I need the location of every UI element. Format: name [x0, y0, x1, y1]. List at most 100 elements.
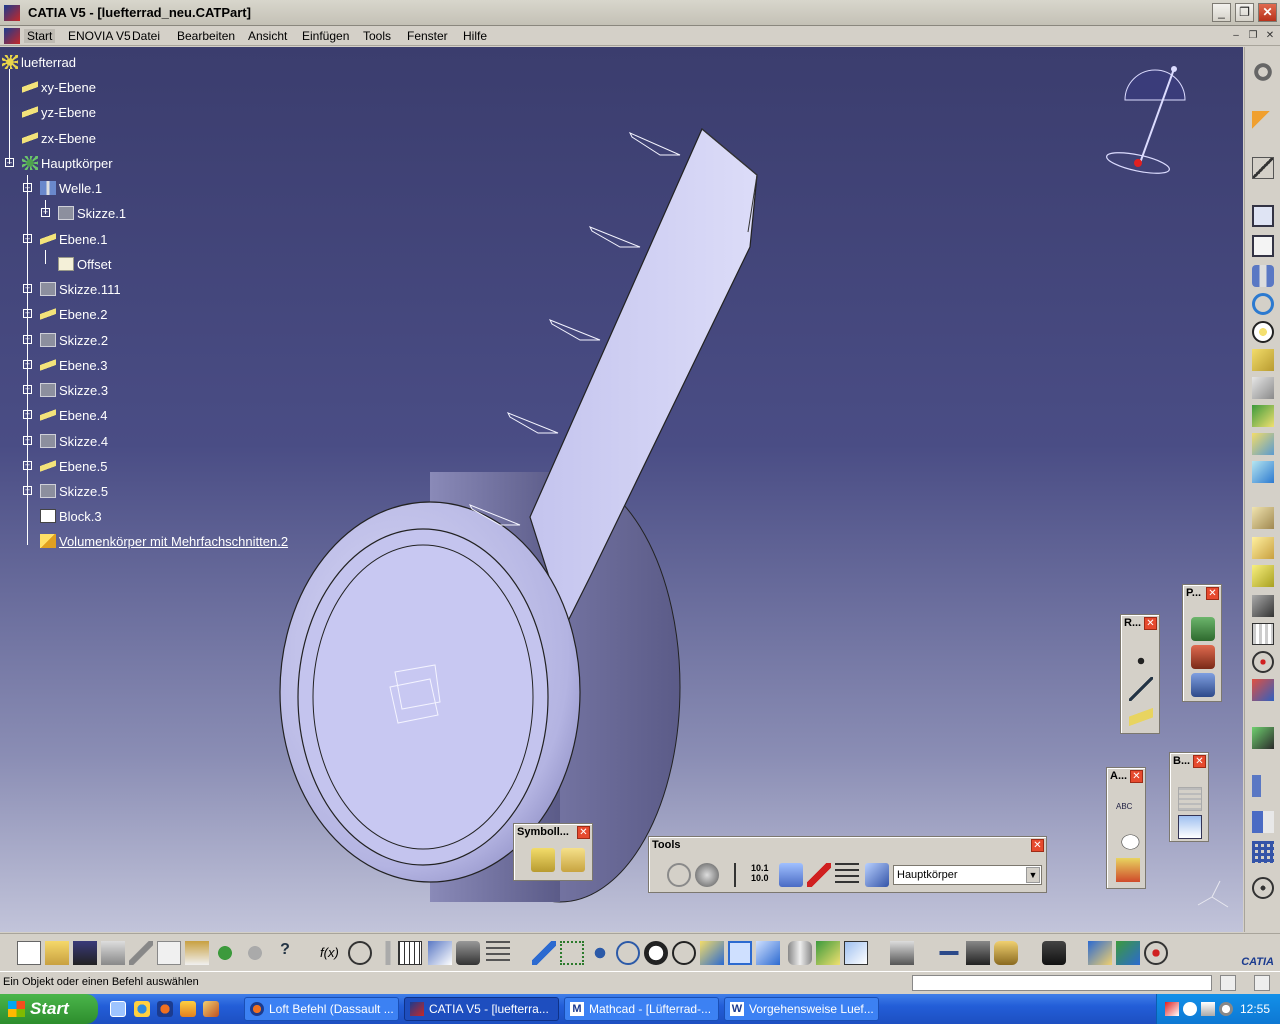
- whats-this-help-icon[interactable]: ?: [273, 941, 297, 965]
- axis-system-icon[interactable]: [723, 863, 747, 887]
- collapse-toggle[interactable]: –: [23, 234, 32, 243]
- 3d-annotation-icon[interactable]: [1116, 858, 1140, 882]
- 3d-viewport[interactable]: luefterrad xy-Ebene yz-Ebene zx-Ebene – …: [0, 47, 1243, 932]
- pad-tool-icon[interactable]: [1252, 205, 1274, 227]
- expand-toggle[interactable]: +: [23, 335, 32, 344]
- groove-icon[interactable]: [1252, 293, 1274, 315]
- tools-panel-close-button[interactable]: ✕: [1031, 839, 1044, 852]
- menu-enovia[interactable]: ENOVIA V5: [68, 29, 131, 43]
- tree-item-xy-plane[interactable]: xy-Ebene: [22, 78, 96, 96]
- 3d-view-icon[interactable]: [865, 863, 889, 887]
- expand-toggle[interactable]: +: [23, 309, 32, 318]
- tray-app-icon[interactable]: [1201, 1002, 1215, 1016]
- menu-einfuegen[interactable]: Einfügen: [302, 29, 349, 43]
- sketcher-icon[interactable]: [1252, 157, 1274, 179]
- target-analysis-icon[interactable]: [1144, 941, 1168, 965]
- remove-icon[interactable]: [1191, 645, 1215, 669]
- tree-item-ebene2[interactable]: Ebene.2: [40, 305, 107, 323]
- measure-between-icon[interactable]: [890, 941, 914, 965]
- tree-item-ebene1[interactable]: Ebene.1: [40, 230, 107, 248]
- paste-icon[interactable]: [185, 941, 209, 965]
- open-folder-icon[interactable]: [45, 941, 69, 965]
- compass-icon[interactable]: [1100, 57, 1190, 177]
- minimize-button[interactable]: _: [1212, 3, 1231, 22]
- save-icon[interactable]: [73, 941, 97, 965]
- fit-all-icon[interactable]: [560, 941, 584, 965]
- fillet-icon[interactable]: [1252, 507, 1274, 529]
- work-on-support-icon[interactable]: [779, 863, 803, 887]
- pan-icon[interactable]: [588, 941, 612, 965]
- antivirus-icon[interactable]: [1165, 1002, 1179, 1016]
- task-firefox[interactable]: Loft Befehl (Dassault ...: [244, 997, 399, 1021]
- new-document-icon[interactable]: [17, 941, 41, 965]
- rib-icon[interactable]: [1252, 349, 1274, 371]
- current-body-select[interactable]: Hauptkörper ▼: [893, 865, 1042, 885]
- table-icon[interactable]: [1178, 787, 1202, 811]
- boolean-panel-close-button[interactable]: ✕: [1206, 587, 1219, 600]
- task-mathcad[interactable]: M Mathcad - [Lüfterrad-...: [564, 997, 719, 1021]
- expand-toggle[interactable]: +: [23, 385, 32, 394]
- tree-root[interactable]: luefterrad: [2, 53, 76, 71]
- menu-ansicht[interactable]: Ansicht: [248, 29, 287, 43]
- gear-icon[interactable]: [1252, 61, 1274, 83]
- expand-toggle[interactable]: +: [23, 486, 32, 495]
- expand-toggle[interactable]: +: [23, 461, 32, 470]
- tree-expand-icon[interactable]: [486, 941, 510, 965]
- view-icon[interactable]: [1178, 815, 1202, 839]
- menu-hilfe[interactable]: Hilfe: [463, 29, 487, 43]
- volume-icon[interactable]: [1219, 1002, 1233, 1016]
- tree-item-skizze2[interactable]: Skizze.2: [40, 331, 108, 349]
- hide-show-icon[interactable]: [816, 941, 840, 965]
- menu-tools[interactable]: Tools: [363, 29, 391, 43]
- show-desktop-icon[interactable]: [110, 1001, 126, 1017]
- quicklaunch-app-icon[interactable]: [180, 1001, 196, 1017]
- mirror-icon[interactable]: [1252, 727, 1274, 749]
- analysis-icon[interactable]: [1116, 941, 1140, 965]
- task-word[interactable]: W Vorgehensweise Luef...: [724, 997, 879, 1021]
- tree-item-welle[interactable]: Welle.1: [40, 179, 102, 197]
- intersect-icon[interactable]: [1191, 673, 1215, 697]
- loft-icon[interactable]: [1252, 433, 1274, 455]
- zoom-in-icon[interactable]: [644, 941, 668, 965]
- tree-item-offset[interactable]: Offset: [58, 255, 111, 273]
- sketch-analysis-icon[interactable]: [1088, 941, 1112, 965]
- tree-item-ebene3[interactable]: Ebene.3: [40, 356, 107, 374]
- units-icon[interactable]: 10.1 10.0: [751, 863, 775, 887]
- document-icon[interactable]: [4, 28, 20, 44]
- tree-item-block[interactable]: Block.3: [40, 507, 102, 525]
- thickness-icon[interactable]: [1252, 623, 1274, 645]
- cancel-command-icon[interactable]: [1254, 975, 1270, 991]
- target-icon[interactable]: [1252, 651, 1274, 673]
- annotation-panel-close-button[interactable]: ✕: [1130, 770, 1143, 783]
- text-annotation-icon[interactable]: ABC: [1116, 802, 1140, 826]
- stiffener-icon[interactable]: [1252, 405, 1274, 427]
- tree-item-multi-section-solid[interactable]: Volumenkörper mit Mehrfachschnitten.2: [40, 532, 288, 550]
- grid-icon[interactable]: [1252, 841, 1274, 863]
- assemble-icon[interactable]: [1191, 617, 1215, 641]
- apply-material-icon[interactable]: [994, 941, 1018, 965]
- print-icon[interactable]: [101, 941, 125, 965]
- redo-icon[interactable]: [243, 941, 267, 965]
- list-icon[interactable]: [835, 863, 859, 887]
- measure-item-icon[interactable]: [937, 951, 961, 955]
- menu-fenster[interactable]: Fenster: [407, 29, 448, 43]
- collapse-toggle[interactable]: –: [23, 183, 32, 192]
- positioned-sketch-icon[interactable]: [561, 848, 585, 872]
- slot-icon[interactable]: [1252, 377, 1274, 399]
- removed-loft-icon[interactable]: [1252, 461, 1274, 483]
- firefox-icon[interactable]: [157, 1001, 173, 1017]
- tree-item-ebene5[interactable]: Ebene.5: [40, 457, 107, 475]
- swap-space-icon[interactable]: [844, 941, 868, 965]
- catalog-icon[interactable]: [428, 941, 452, 965]
- internet-explorer-icon[interactable]: [134, 1001, 150, 1017]
- expand-toggle[interactable]: +: [23, 436, 32, 445]
- zoom-out-icon[interactable]: [672, 941, 696, 965]
- tree-item-skizze1[interactable]: Skizze.1: [58, 204, 126, 222]
- snap-icon[interactable]: [807, 863, 831, 887]
- select-arrow-icon[interactable]: [1252, 111, 1274, 133]
- menu-datei[interactable]: Datei: [132, 29, 160, 43]
- update-icon[interactable]: [667, 863, 691, 887]
- expand-toggle[interactable]: +: [23, 284, 32, 293]
- expand-toggle[interactable]: +: [23, 410, 32, 419]
- reference-panel-close-button[interactable]: ✕: [1144, 617, 1157, 630]
